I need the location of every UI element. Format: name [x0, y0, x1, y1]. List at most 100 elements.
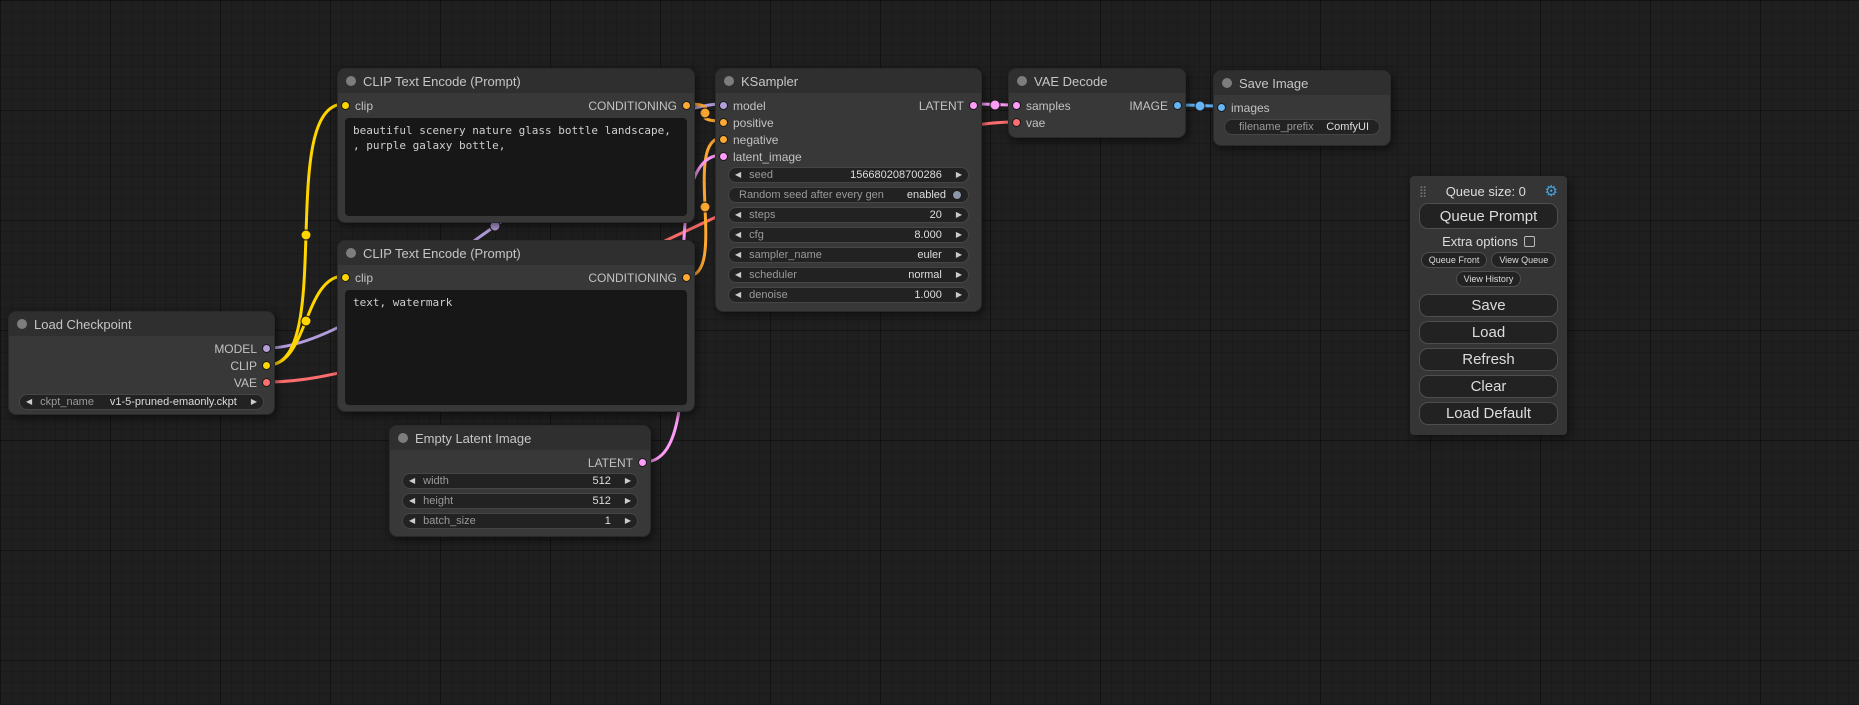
increment-arrow-icon[interactable]: ▶: [625, 497, 631, 505]
vae-input-dot[interactable]: [1012, 118, 1021, 127]
output-conditioning[interactable]: CONDITIONING: [588, 97, 694, 114]
node-vae-decode[interactable]: VAE Decode samples vae IMAGE: [1008, 68, 1186, 138]
node-collapse-dot[interactable]: [724, 76, 734, 86]
decrement-arrow-icon[interactable]: ◀: [735, 271, 741, 279]
image-output-dot[interactable]: [1173, 101, 1182, 110]
decrement-arrow-icon[interactable]: ◀: [409, 477, 415, 485]
node-title-bar[interactable]: CLIP Text Encode (Prompt): [338, 241, 694, 265]
vae-output-dot[interactable]: [262, 378, 271, 387]
negative-prompt-textarea[interactable]: text, watermark: [345, 290, 687, 405]
increment-arrow-icon[interactable]: ▶: [956, 251, 962, 259]
increment-arrow-icon[interactable]: ▶: [956, 171, 962, 179]
decrement-arrow-icon[interactable]: ◀: [735, 251, 741, 259]
increment-arrow-icon[interactable]: ▶: [956, 291, 962, 299]
increment-arrow-icon[interactable]: ▶: [251, 398, 257, 406]
sampler-name-combo[interactable]: ◀ sampler_name euler ▶: [728, 247, 969, 263]
output-model[interactable]: MODEL: [9, 340, 274, 357]
decrement-arrow-icon[interactable]: ◀: [735, 211, 741, 219]
output-vae[interactable]: VAE: [9, 374, 274, 391]
queue-prompt-button[interactable]: Queue Prompt: [1419, 203, 1558, 229]
load-button[interactable]: Load: [1419, 321, 1558, 344]
node-load-checkpoint[interactable]: Load Checkpoint MODEL CLIP VAE ◀ ckpt_na…: [8, 311, 275, 415]
input-negative[interactable]: negative: [716, 131, 802, 148]
output-latent[interactable]: LATENT: [919, 97, 981, 114]
output-image[interactable]: IMAGE: [1129, 97, 1185, 114]
increment-arrow-icon[interactable]: ▶: [956, 211, 962, 219]
seed-stepper[interactable]: ◀ seed 156680208700286 ▶: [728, 167, 969, 183]
filename-prefix-field[interactable]: filename_prefix ComfyUI: [1224, 119, 1380, 135]
steps-stepper[interactable]: ◀ steps 20 ▶: [728, 207, 969, 223]
node-title-bar[interactable]: KSampler: [716, 69, 981, 93]
positive-input-dot[interactable]: [719, 118, 728, 127]
images-input-dot[interactable]: [1217, 103, 1226, 112]
increment-arrow-icon[interactable]: ▶: [956, 271, 962, 279]
view-queue-button[interactable]: View Queue: [1491, 252, 1556, 268]
node-title-bar[interactable]: CLIP Text Encode (Prompt): [338, 69, 694, 93]
node-clip-text-encode-negative[interactable]: CLIP Text Encode (Prompt) clip CONDITION…: [337, 240, 695, 412]
negative-input-dot[interactable]: [719, 135, 728, 144]
input-latent-image[interactable]: latent_image: [716, 148, 802, 165]
clip-input-dot[interactable]: [341, 273, 350, 282]
node-clip-text-encode-positive[interactable]: CLIP Text Encode (Prompt) clip CONDITION…: [337, 68, 695, 223]
node-collapse-dot[interactable]: [346, 248, 356, 258]
queue-front-button[interactable]: Queue Front: [1421, 252, 1488, 268]
height-stepper[interactable]: ◀ height 512 ▶: [402, 493, 638, 509]
decrement-arrow-icon[interactable]: ◀: [409, 497, 415, 505]
node-title-bar[interactable]: VAE Decode: [1009, 69, 1185, 93]
extra-options-checkbox[interactable]: [1524, 236, 1535, 247]
increment-arrow-icon[interactable]: ▶: [956, 231, 962, 239]
comfy-menu-panel[interactable]: ⣿ Queue size: 0 ⚙ Queue Prompt Extra opt…: [1410, 176, 1567, 435]
node-collapse-dot[interactable]: [346, 76, 356, 86]
node-title-bar[interactable]: Empty Latent Image: [390, 426, 650, 450]
samples-input-dot[interactable]: [1012, 101, 1021, 110]
width-stepper[interactable]: ◀ width 512 ▶: [402, 473, 638, 489]
increment-arrow-icon[interactable]: ▶: [625, 517, 631, 525]
latent-image-input-dot[interactable]: [719, 152, 728, 161]
decrement-arrow-icon[interactable]: ◀: [735, 231, 741, 239]
input-positive[interactable]: positive: [716, 114, 802, 131]
conditioning-output-dot[interactable]: [682, 101, 691, 110]
input-samples[interactable]: samples: [1009, 97, 1071, 114]
output-conditioning[interactable]: CONDITIONING: [588, 269, 694, 286]
settings-gear-icon[interactable]: ⚙: [1545, 184, 1558, 199]
node-collapse-dot[interactable]: [17, 319, 27, 329]
clip-input-dot[interactable]: [341, 101, 350, 110]
random-seed-toggle[interactable]: Random seed after every gen enabled: [728, 187, 969, 203]
toggle-knob[interactable]: [952, 190, 962, 200]
input-vae[interactable]: vae: [1009, 114, 1071, 131]
cfg-stepper[interactable]: ◀ cfg 8.000 ▶: [728, 227, 969, 243]
model-input-dot[interactable]: [719, 101, 728, 110]
decrement-arrow-icon[interactable]: ◀: [26, 398, 32, 406]
node-collapse-dot[interactable]: [1222, 78, 1232, 88]
input-images[interactable]: images: [1214, 99, 1390, 116]
decrement-arrow-icon[interactable]: ◀: [735, 291, 741, 299]
positive-prompt-textarea[interactable]: beautiful scenery nature glass bottle la…: [345, 118, 687, 216]
menu-drag-handle-icon[interactable]: ⣿: [1419, 185, 1427, 198]
input-clip[interactable]: clip: [338, 97, 373, 114]
view-history-button[interactable]: View History: [1456, 271, 1522, 287]
latent-output-dot[interactable]: [969, 101, 978, 110]
node-ksampler[interactable]: KSampler model positive negative: [715, 68, 982, 312]
node-graph-canvas[interactable]: Load Checkpoint MODEL CLIP VAE ◀ ckpt_na…: [0, 0, 1859, 705]
node-title-bar[interactable]: Load Checkpoint: [9, 312, 274, 336]
scheduler-combo[interactable]: ◀ scheduler normal ▶: [728, 267, 969, 283]
model-output-dot[interactable]: [262, 344, 271, 353]
load-default-button[interactable]: Load Default: [1419, 402, 1558, 425]
node-title-bar[interactable]: Save Image: [1214, 71, 1390, 95]
output-clip[interactable]: CLIP: [9, 357, 274, 374]
clear-button[interactable]: Clear: [1419, 375, 1558, 398]
node-empty-latent-image[interactable]: Empty Latent Image LATENT ◀ width 512 ▶ …: [389, 425, 651, 537]
output-latent[interactable]: LATENT: [390, 454, 650, 471]
ckpt-name-combo[interactable]: ◀ ckpt_name v1-5-pruned-emaonly.ckpt ▶: [19, 394, 264, 410]
refresh-button[interactable]: Refresh: [1419, 348, 1558, 371]
denoise-stepper[interactable]: ◀ denoise 1.000 ▶: [728, 287, 969, 303]
node-collapse-dot[interactable]: [398, 433, 408, 443]
increment-arrow-icon[interactable]: ▶: [625, 477, 631, 485]
decrement-arrow-icon[interactable]: ◀: [409, 517, 415, 525]
batch-size-stepper[interactable]: ◀ batch_size 1 ▶: [402, 513, 638, 529]
node-collapse-dot[interactable]: [1017, 76, 1027, 86]
save-button[interactable]: Save: [1419, 294, 1558, 317]
decrement-arrow-icon[interactable]: ◀: [735, 171, 741, 179]
input-clip[interactable]: clip: [338, 269, 373, 286]
node-save-image[interactable]: Save Image images filename_prefix ComfyU…: [1213, 70, 1391, 146]
